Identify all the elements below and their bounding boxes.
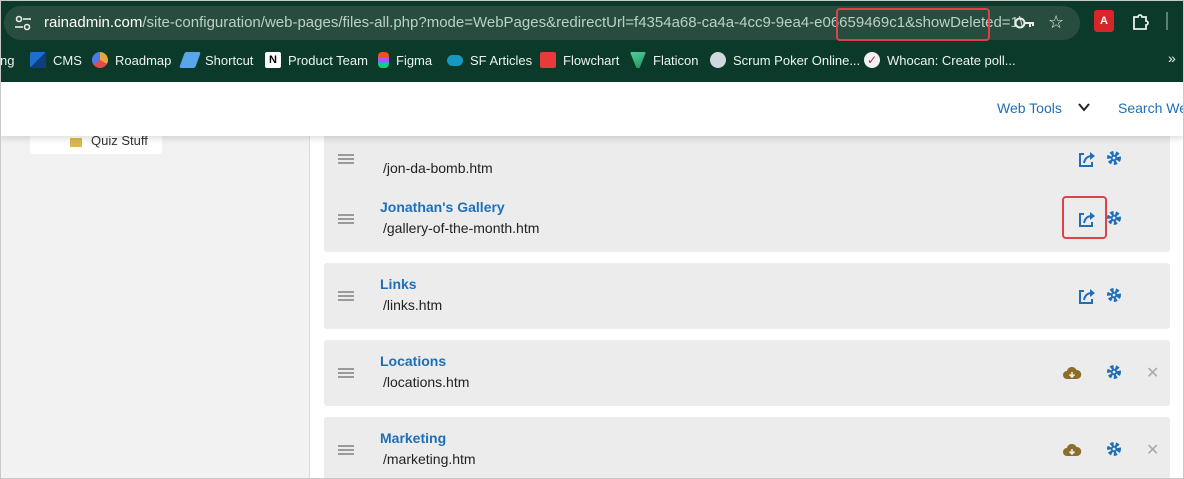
notion-icon: N bbox=[265, 52, 281, 68]
bookmark-shortcut[interactable]: Shortcut bbox=[179, 46, 254, 74]
page-path: /jon-da-bomb.htm bbox=[383, 160, 493, 176]
settings-gear-icon[interactable] bbox=[1104, 208, 1124, 228]
drag-handle-icon[interactable] bbox=[338, 214, 354, 224]
bookmark-label: Product Team bbox=[288, 52, 368, 68]
scrum-poker-icon bbox=[710, 52, 726, 68]
salesforce-icon bbox=[447, 54, 463, 66]
page-row[interactable]: Jonathan's Gallery /gallery-of-the-month… bbox=[324, 186, 1170, 252]
bookmark-cms[interactable]: CMS bbox=[30, 46, 82, 74]
search-web-link[interactable]: Search We bbox=[1118, 100, 1184, 116]
settings-gear-icon[interactable] bbox=[1104, 285, 1124, 305]
app-header: Web Tools Search We bbox=[0, 82, 1184, 136]
url-highlight-box bbox=[836, 8, 990, 41]
drag-handle-icon[interactable] bbox=[338, 154, 354, 164]
bookmark-scrum-poker[interactable]: Scrum Poker Online... bbox=[710, 46, 860, 74]
cloud-download-icon[interactable] bbox=[1062, 441, 1082, 461]
drag-handle-icon[interactable] bbox=[338, 368, 354, 378]
page-title-link[interactable]: Jonathan's Gallery bbox=[380, 199, 505, 215]
toolbar-divider bbox=[1166, 12, 1168, 30]
bookmark-label: Roadmap bbox=[115, 52, 172, 68]
delete-page-button[interactable]: ✕ bbox=[1146, 366, 1159, 382]
page-path: /gallery-of-the-month.htm bbox=[383, 220, 540, 236]
whocan-icon: ✓ bbox=[864, 52, 880, 68]
share-link-icon[interactable] bbox=[1076, 150, 1096, 170]
pdf-extension-icon[interactable]: A bbox=[1094, 10, 1114, 32]
bookmark-label: ng bbox=[0, 52, 15, 68]
cloud-download-icon[interactable] bbox=[1062, 364, 1082, 384]
page-title-link[interactable]: Links bbox=[380, 276, 417, 292]
web-tools-menu[interactable]: Web Tools bbox=[997, 100, 1062, 116]
roadmap-icon bbox=[92, 52, 108, 68]
bookmark-product-team[interactable]: N Product Team bbox=[265, 46, 368, 74]
extensions-puzzle-icon[interactable] bbox=[1130, 10, 1152, 32]
page-row[interactable]: Links /links.htm bbox=[324, 263, 1170, 329]
page-row[interactable]: Marketing /marketing.htm ✕ bbox=[324, 417, 1170, 479]
chevron-down-icon[interactable] bbox=[1077, 100, 1091, 114]
bookmarks-bar: ng CMS Roadmap Shortcut N Product Team Fi… bbox=[0, 46, 1184, 74]
cms-icon bbox=[30, 52, 46, 68]
folder-icon bbox=[70, 138, 82, 147]
settings-gear-icon[interactable] bbox=[1104, 148, 1124, 168]
folder-tree-panel: Quiz Stuff bbox=[0, 132, 310, 479]
drag-handle-icon[interactable] bbox=[338, 291, 354, 301]
url-host: rainadmin.com bbox=[44, 14, 143, 31]
shortcut-icon bbox=[179, 52, 201, 68]
settings-gear-icon[interactable] bbox=[1104, 362, 1124, 382]
flaticon-icon bbox=[630, 52, 646, 68]
bookmark-label: Scrum Poker Online... bbox=[733, 52, 861, 68]
page-row[interactable]: Locations /locations.htm ✕ bbox=[324, 340, 1170, 406]
browser-chrome: rainadmin.com/site-configuration/web-pag… bbox=[0, 0, 1184, 82]
figma-icon bbox=[378, 52, 389, 68]
bookmark-flaticon[interactable]: Flaticon bbox=[630, 46, 699, 74]
flowchart-icon bbox=[540, 52, 556, 68]
settings-gear-icon[interactable] bbox=[1104, 439, 1124, 459]
bookmark-label: SF Articles bbox=[470, 52, 533, 68]
share-icon-highlight-box bbox=[1062, 196, 1107, 239]
share-link-icon[interactable] bbox=[1076, 287, 1096, 307]
bookmark-sf-articles[interactable]: SF Articles bbox=[447, 46, 532, 74]
bookmarks-overflow-button[interactable]: » bbox=[1168, 50, 1176, 66]
bookmark-roadmap[interactable]: Roadmap bbox=[92, 46, 171, 74]
bookmark-label: Flowchart bbox=[563, 52, 620, 68]
url-path: /site-configuration/web-pages/files-all.… bbox=[142, 14, 890, 31]
password-key-icon[interactable] bbox=[1014, 15, 1036, 31]
site-settings-icon[interactable] bbox=[14, 15, 32, 31]
page-title-link[interactable]: Locations bbox=[380, 353, 446, 369]
bookmark-label: Shortcut bbox=[205, 52, 254, 68]
bookmark-flowchart[interactable]: Flowchart bbox=[540, 46, 619, 74]
web-pages-list: /jon-da-bomb.htm Jonathan's Gallery /gal… bbox=[310, 126, 1184, 479]
page-path: /links.htm bbox=[383, 297, 443, 313]
bookmark-figma[interactable]: Figma bbox=[378, 46, 432, 74]
page-path: /marketing.htm bbox=[383, 451, 476, 467]
drag-handle-icon[interactable] bbox=[338, 445, 354, 455]
bookmark-label: Figma bbox=[396, 52, 433, 68]
bookmark-label: Whocan: Create poll... bbox=[887, 52, 1016, 68]
bookmark-whocan[interactable]: ✓ Whocan: Create poll... bbox=[864, 46, 1016, 74]
bookmark-partial[interactable]: ng bbox=[0, 46, 14, 74]
bookmark-star-icon[interactable]: ☆ bbox=[1048, 12, 1064, 32]
bookmark-label: Flaticon bbox=[653, 52, 699, 68]
delete-page-button[interactable]: ✕ bbox=[1146, 443, 1159, 459]
page-title-link[interactable]: Marketing bbox=[380, 430, 446, 446]
bookmark-label: CMS bbox=[53, 52, 82, 68]
page-path: /locations.htm bbox=[383, 374, 470, 390]
